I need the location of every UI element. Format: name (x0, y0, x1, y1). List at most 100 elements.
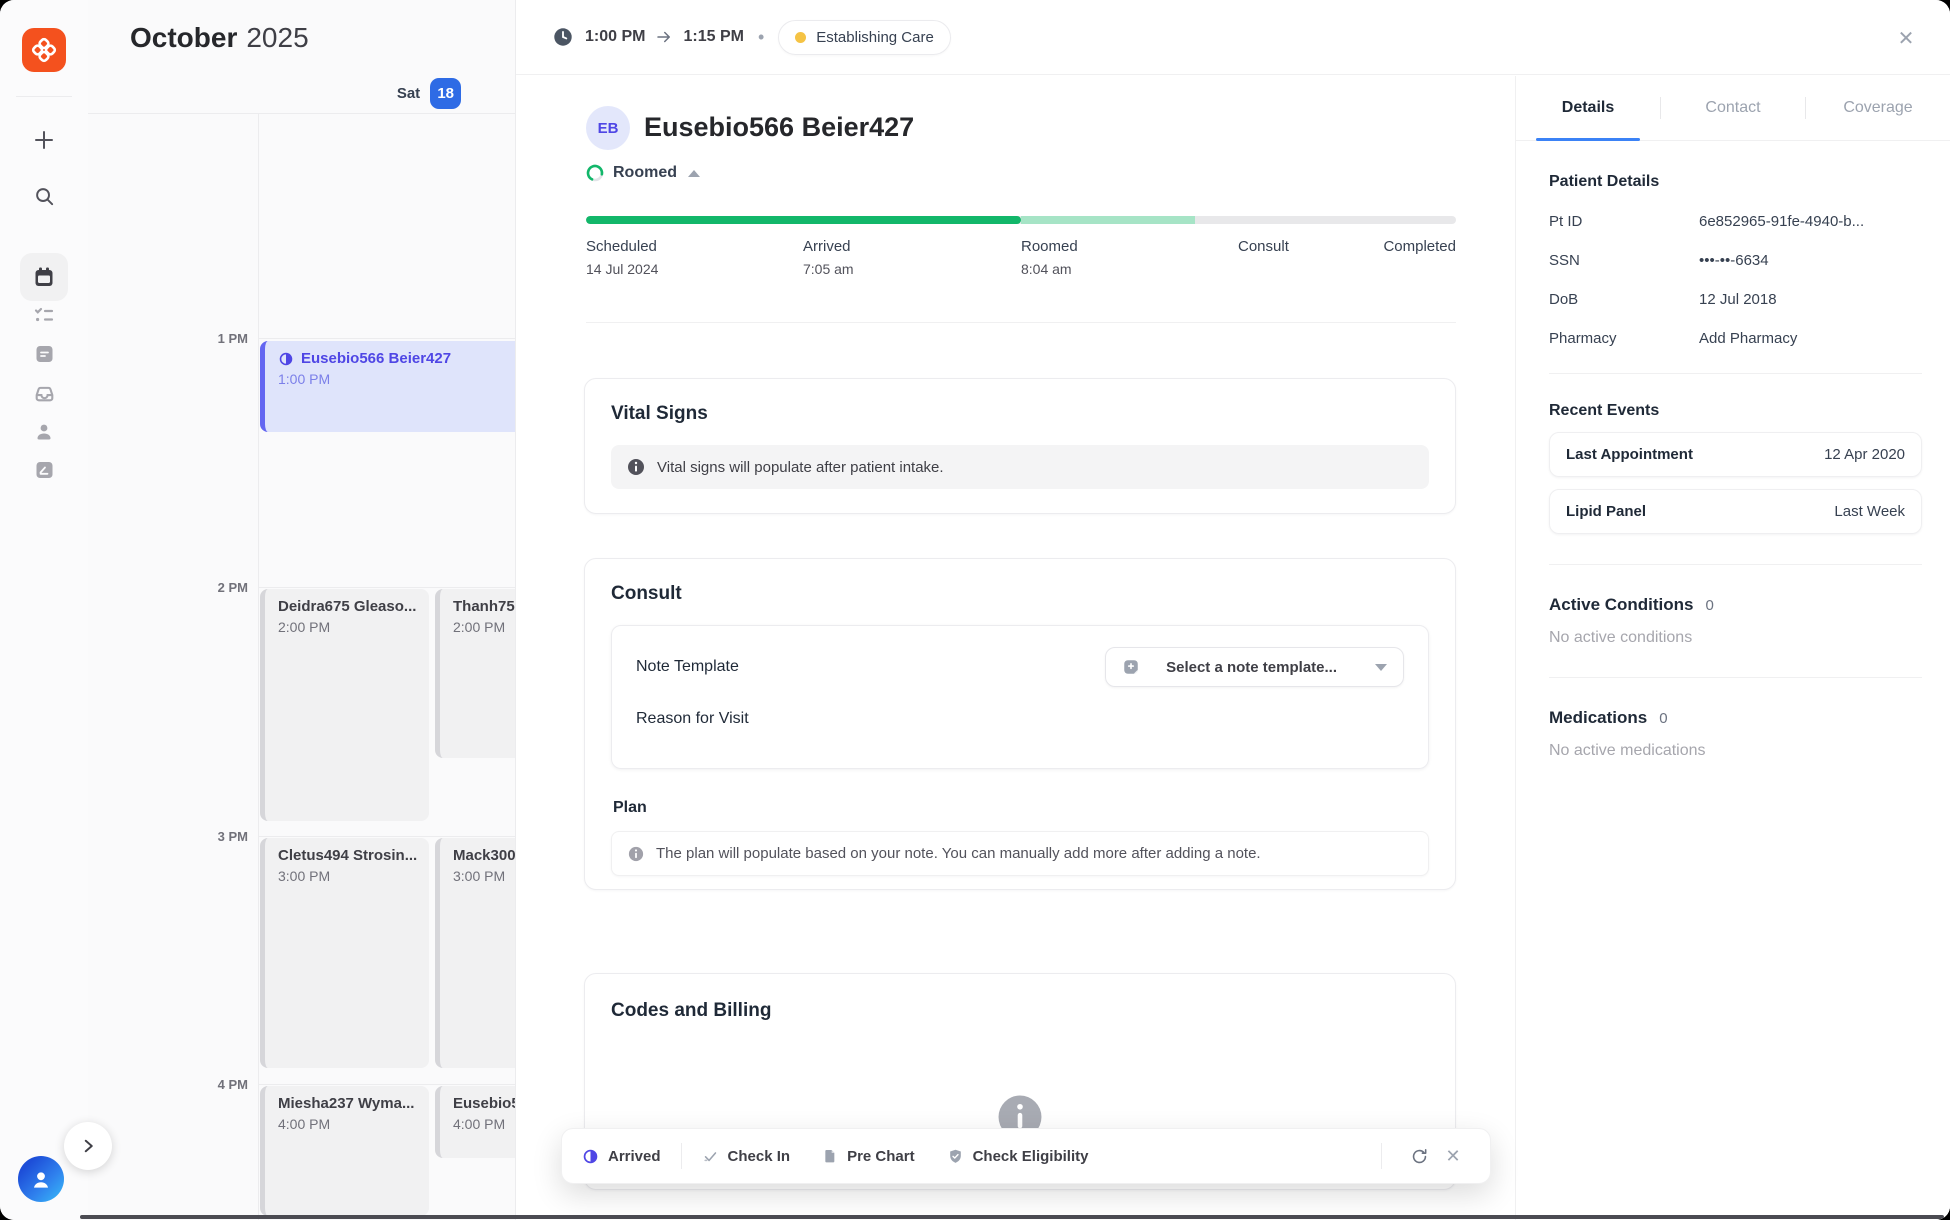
progress-step: Completed (1383, 238, 1456, 261)
progress-step: Consult (1238, 238, 1289, 261)
hour-label: 2 PM (188, 580, 248, 595)
calendar-event[interactable]: Cletus494 Strosin... 3:00 PM (260, 838, 429, 1068)
recent-event-card[interactable]: Last Appointment 12 Apr 2020 (1549, 432, 1922, 477)
active-conditions-header: Active Conditions 0 (1549, 595, 1922, 615)
patient-pane: EB Eusebio566 Beier427 Roomed Scheduled1… (516, 76, 1516, 1220)
vital-signs-info-banner: Vital signs will populate after patient … (611, 445, 1429, 489)
calendar-event[interactable]: Thanh759 Senger9... 2:00 PM (435, 589, 515, 758)
sidebar-divider (16, 96, 72, 97)
progress-step: Scheduled14 Jul 2024 (586, 238, 658, 277)
tab-details[interactable]: Details (1516, 76, 1660, 140)
day-label: Sat (397, 85, 420, 102)
calendar-title: October2025 (130, 22, 309, 54)
check-in-button[interactable]: Check In (702, 1148, 791, 1165)
appointment-panel: 1:00 PM 1:15 PM • Establishing Care ✕ EB… (515, 0, 1950, 1220)
active-conditions-empty: No active conditions (1549, 629, 1922, 647)
appointment-toolbar: Arrived Check In Pre Chart Check Eligibi… (561, 1128, 1491, 1184)
detail-row-dob: DoB 12 Jul 2018 (1549, 291, 1922, 308)
panel-divider (1549, 373, 1922, 374)
calendar-event[interactable]: Miesha237 Wyma... 4:00 PM (260, 1086, 429, 1216)
progress-fill-light (1021, 216, 1195, 224)
progress-step: Arrived7:05 am (803, 238, 854, 277)
plan-info-banner: The plan will populate based on your not… (611, 831, 1429, 876)
progress-step: Roomed8:04 am (1021, 238, 1078, 277)
arrow-right-icon (655, 28, 673, 46)
consult-note-form: Note Template Select a note template... … (611, 625, 1429, 769)
reason-for-visit-label: Reason for Visit (636, 710, 749, 728)
expand-sidebar-button[interactable] (64, 1122, 112, 1170)
add-button[interactable] (20, 116, 68, 164)
check-icon (702, 1148, 719, 1165)
horizontal-scrollbar[interactable] (80, 1215, 1944, 1219)
chevron-down-icon (1375, 664, 1387, 671)
calendar-event[interactable]: Mack300 Wisoky3... 3:00 PM (435, 838, 515, 1068)
section-divider (586, 322, 1456, 323)
tab-contact[interactable]: Contact (1661, 76, 1805, 140)
recent-event-card[interactable]: Lipid Panel Last Week (1549, 489, 1922, 534)
details-tabs: Details Contact Coverage (1516, 76, 1950, 141)
contrast-status-icon (278, 351, 294, 367)
grid-top-line (88, 113, 515, 114)
tab-coverage[interactable]: Coverage (1806, 76, 1950, 140)
day-header[interactable]: Sat 18 (260, 78, 515, 109)
refresh-button[interactable] (1402, 1139, 1436, 1173)
close-toolbar-button[interactable]: ✕ (1436, 1139, 1470, 1173)
status-ring-icon (586, 164, 604, 182)
chevron-up-icon (688, 170, 700, 177)
note-template-select[interactable]: Select a note template... (1105, 647, 1404, 687)
note-template-icon (1122, 658, 1140, 676)
visit-type-dot-icon (795, 32, 806, 43)
patient-details-title: Patient Details (1549, 173, 1922, 191)
detail-row-pharmacy: Pharmacy Add Pharmacy (1549, 330, 1922, 347)
panel-divider (1549, 564, 1922, 565)
hour-line (258, 587, 515, 588)
user-avatar[interactable] (18, 1156, 64, 1202)
time-gutter-line (258, 113, 259, 1220)
progress-fill (586, 216, 1021, 224)
patient-avatar: EB (586, 106, 630, 150)
progress-bar (586, 216, 1456, 224)
search-icon[interactable] (20, 172, 68, 220)
toolbar-divider (681, 1143, 682, 1169)
calendar-event[interactable]: Eusebio566 Beier4... 4:00 PM (435, 1086, 515, 1158)
hour-line (258, 1084, 515, 1085)
add-pharmacy-link[interactable]: Add Pharmacy (1699, 330, 1797, 347)
calendar-event[interactable]: Deidra675 Gleaso... 2:00 PM (260, 589, 429, 821)
sidebar-item-documents[interactable] (20, 446, 68, 494)
visit-progress: Scheduled14 Jul 2024 Arrived7:05 am Room… (586, 216, 1456, 284)
appointment-header: 1:00 PM 1:15 PM • Establishing Care ✕ (516, 0, 1950, 75)
start-time: 1:00 PM (585, 28, 645, 46)
calendar-year: 2025 (246, 22, 308, 53)
codes-billing-title: Codes and Billing (611, 1000, 1429, 1022)
visit-type-badge[interactable]: Establishing Care (778, 20, 951, 55)
pre-chart-button[interactable]: Pre Chart (822, 1148, 915, 1165)
note-template-placeholder: Select a note template... (1166, 659, 1337, 676)
close-panel-button[interactable]: ✕ (1892, 24, 1920, 52)
check-eligibility-button[interactable]: Check Eligibility (947, 1148, 1089, 1165)
contrast-status-icon (582, 1148, 599, 1165)
hour-label: 1 PM (188, 331, 248, 346)
panel-divider (1549, 677, 1922, 678)
plan-label: Plan (613, 799, 1429, 817)
vital-signs-card: Vital Signs Vital signs will populate af… (584, 378, 1456, 514)
status-arrived-button[interactable]: Arrived (582, 1148, 661, 1165)
details-panel: Details Contact Coverage Patient Details… (1515, 76, 1950, 1220)
patient-status-toggle[interactable]: Roomed (586, 164, 700, 182)
clock-icon (552, 26, 574, 48)
visit-type-label: Establishing Care (816, 29, 934, 46)
patient-status-label: Roomed (613, 164, 677, 182)
app-logo-icon[interactable] (22, 28, 66, 72)
app-window: October2025 Sat 18 1 PM 2 PM 3 PM 4 PM E… (0, 0, 1950, 1220)
info-icon (628, 846, 644, 862)
hour-label: 3 PM (188, 829, 248, 844)
day-number-badge: 18 (430, 78, 461, 109)
detail-row-ptid: Pt ID 6e852965-91fe-4940-b... (1549, 213, 1922, 230)
note-template-label: Note Template (636, 658, 739, 676)
detail-row-ssn: SSN •••-••-6634 (1549, 252, 1922, 269)
medications-header: Medications 0 (1549, 708, 1922, 728)
medications-empty: No active medications (1549, 742, 1922, 760)
document-icon (822, 1148, 838, 1164)
patient-name: Eusebio566 Beier427 (644, 112, 914, 143)
dot-separator: • (758, 27, 764, 48)
calendar-event-selected[interactable]: Eusebio566 Beier427 1:00 PM (260, 341, 515, 432)
